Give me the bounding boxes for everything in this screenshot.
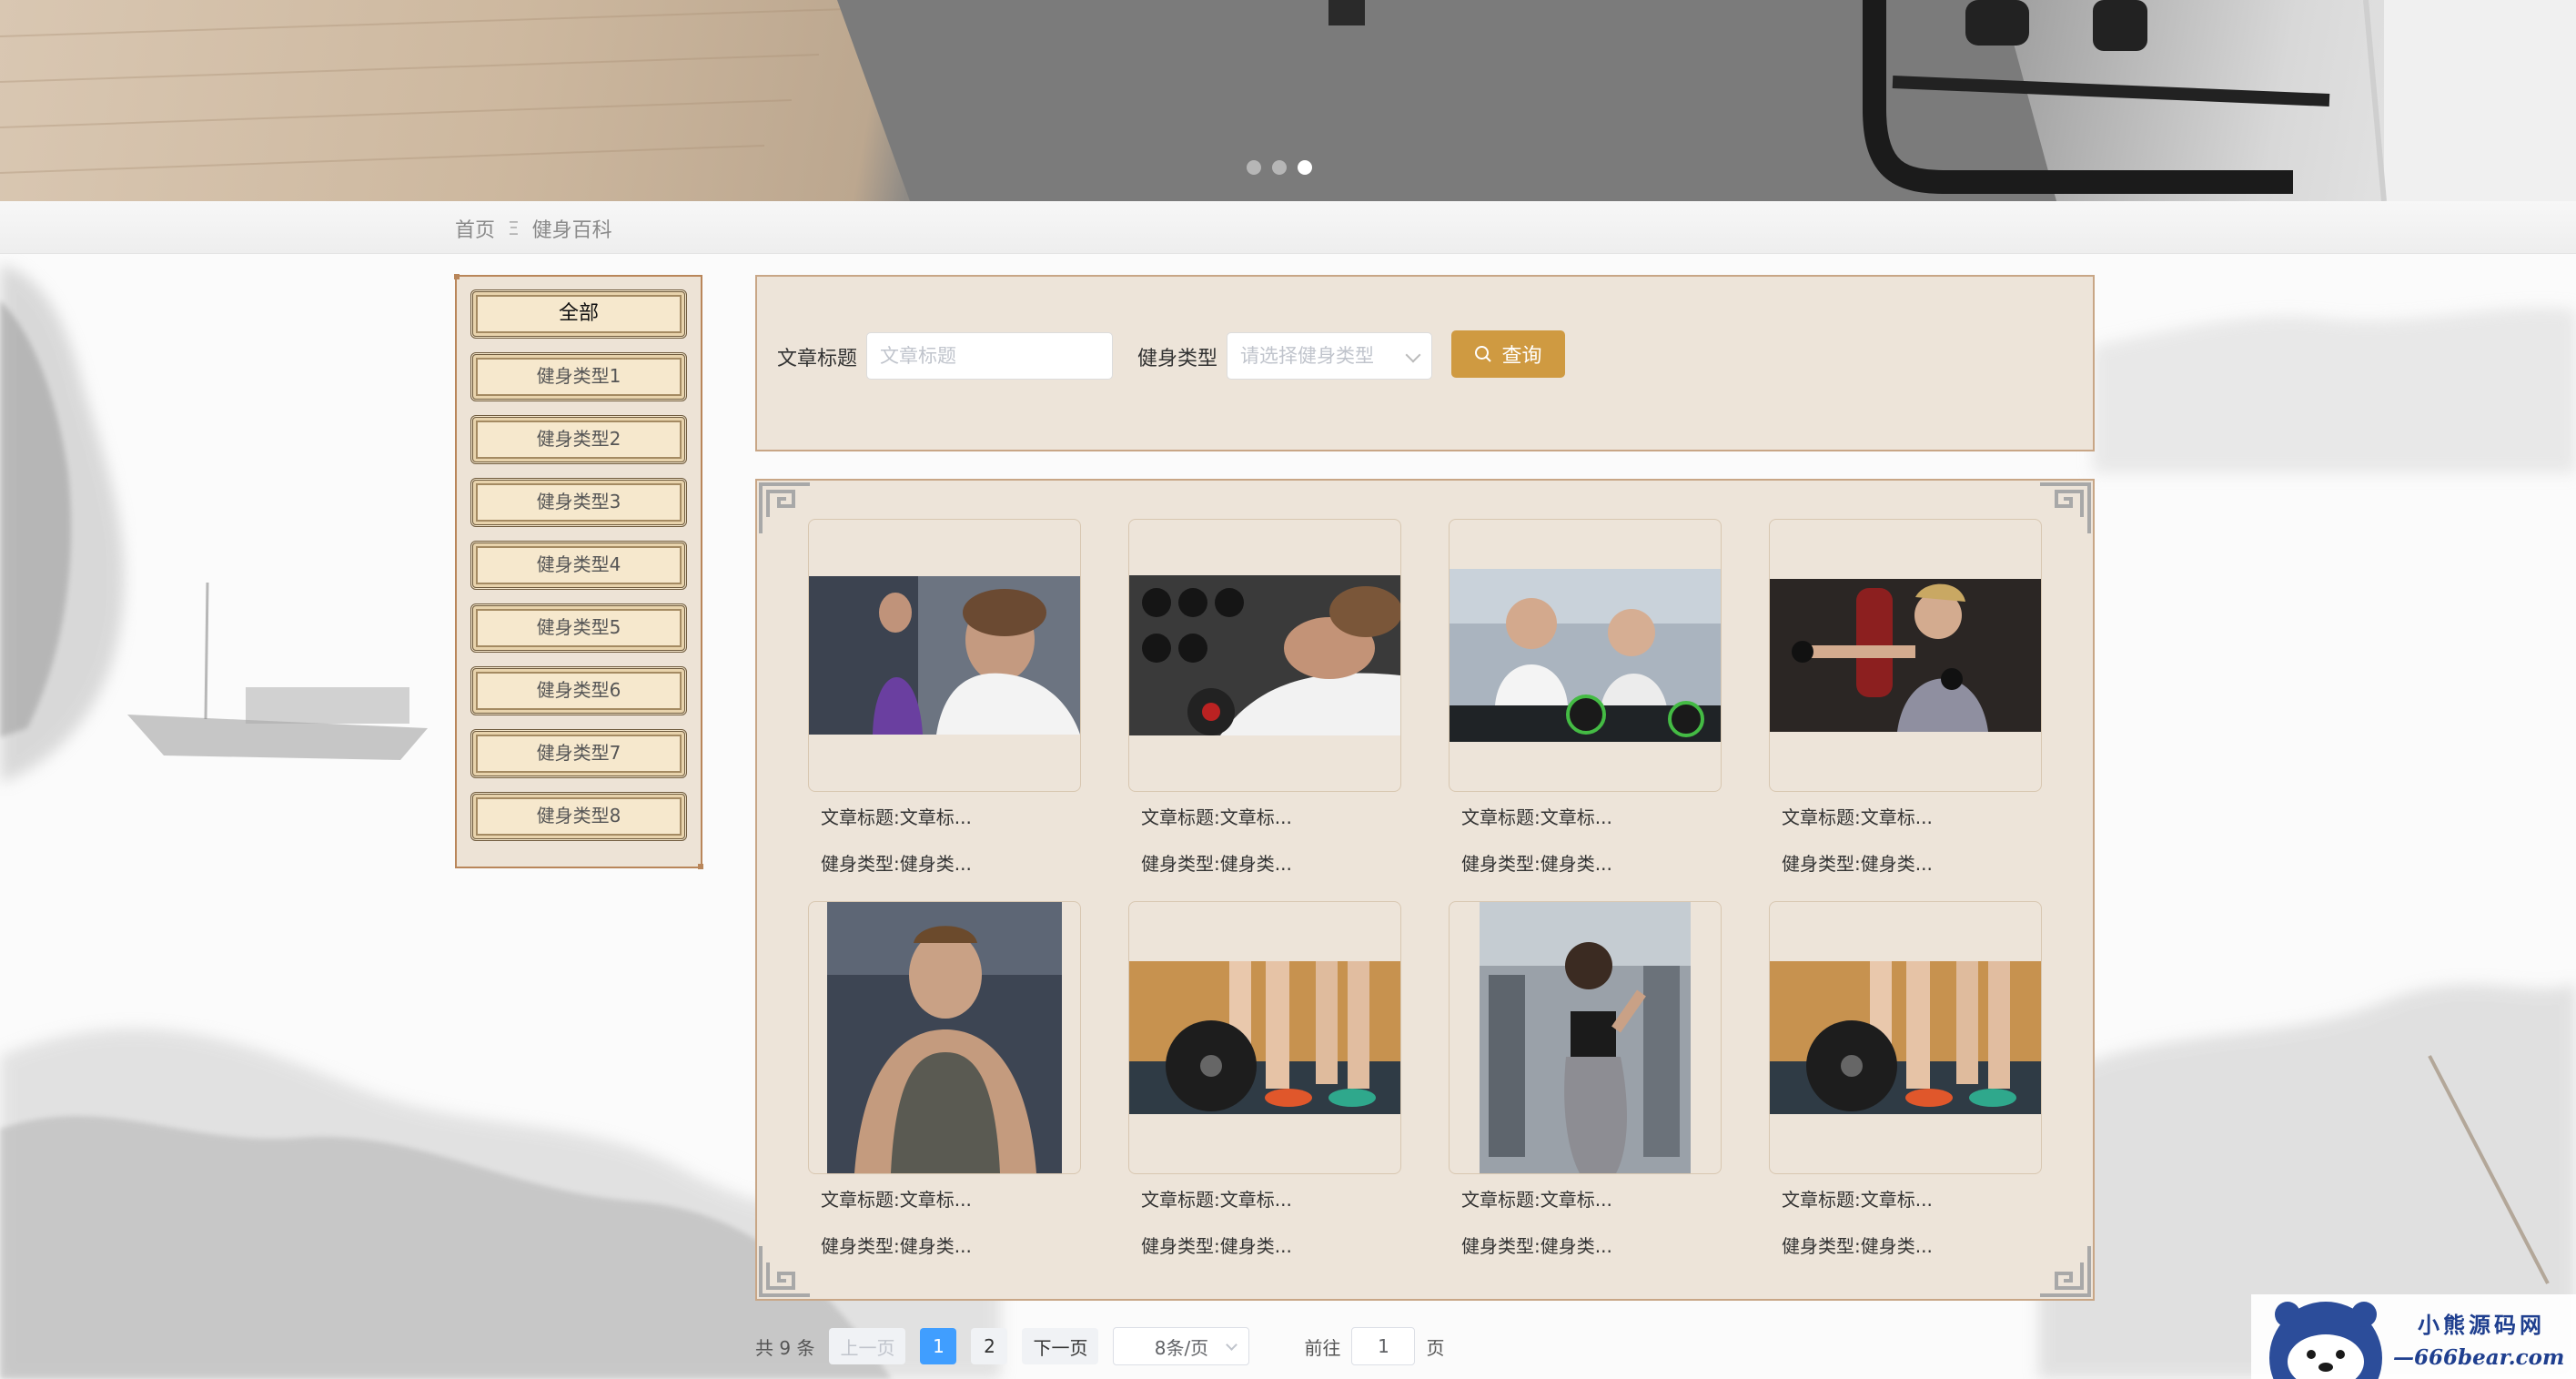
article-type: 健身类型:健身类... [821, 1235, 972, 1257]
category-type-3[interactable]: 健身类型3 [470, 478, 687, 527]
gym-selfie-photo [1480, 902, 1691, 1173]
article-card[interactable]: 文章标题:文章标... 健身类型:健身类... [808, 519, 1081, 876]
article-title: 文章标题:文章标... [1782, 1189, 1933, 1211]
article-type: 健身类型:健身类... [1461, 1235, 1612, 1257]
article-thumbnail[interactable] [1128, 901, 1401, 1174]
breadcrumb-separator: Ξ [508, 218, 520, 239]
goto-label: 前往 [1304, 1336, 1341, 1359]
article-card[interactable]: 文章标题:文章标... 健身类型:健身类... [1128, 519, 1401, 876]
page-button-2[interactable]: 2 [971, 1328, 1008, 1364]
article-title: 文章标题:文章标... [1141, 1189, 1292, 1211]
category-type-2[interactable]: 健身类型2 [470, 415, 687, 464]
article-type: 健身类型:健身类... [1461, 853, 1612, 875]
article-thumbnail[interactable] [1449, 519, 1722, 792]
category-type-4[interactable]: 健身类型4 [470, 541, 687, 590]
spin-bike-couple-photo [1450, 569, 1721, 742]
search-icon [1475, 346, 1492, 362]
barbell-plate-photo [1129, 961, 1400, 1114]
treadmill-runners-photo [809, 576, 1080, 735]
type-filter-label: 健身类型 [1137, 348, 1218, 370]
category-type-6[interactable]: 健身类型6 [470, 666, 687, 715]
hero-banner[interactable] [0, 0, 2576, 201]
page-size-value: 8条/页 [1154, 1336, 1209, 1359]
goto-page-input[interactable]: 1 [1351, 1327, 1416, 1365]
article-thumbnail[interactable] [1128, 519, 1401, 792]
article-thumbnail[interactable] [808, 519, 1081, 792]
article-thumbnail[interactable] [1769, 519, 2042, 792]
corner-ornament [2040, 1246, 2091, 1297]
watermark-title: 小熊源码网 [2418, 1312, 2545, 1338]
barbell-plate-photo [1770, 961, 2041, 1114]
breadcrumb-current: 健身百科 [531, 219, 612, 242]
query-button[interactable]: 查询 [1451, 330, 1565, 378]
category-type-7[interactable]: 健身类型7 [470, 729, 687, 778]
category-all[interactable]: 全部 [470, 289, 687, 339]
article-grid: 文章标题:文章标... 健身类型:健身类... 文章标题:文章标... 健身类型… [755, 479, 2095, 1301]
page-button-1[interactable]: 1 [920, 1328, 957, 1364]
article-type: 健身类型:健身类... [821, 853, 972, 875]
article-thumbnail[interactable] [808, 901, 1081, 1174]
article-type: 健身类型:健身类... [1782, 853, 1933, 875]
category-sidebar: 全部 健身类型1 健身类型2 健身类型3 健身类型4 健身类型5 健身类型6 健… [454, 274, 703, 869]
article-title: 文章标题:文章标... [1461, 806, 1612, 828]
muscular-man-photo [827, 902, 1062, 1173]
carousel-dot[interactable] [1272, 160, 1287, 175]
category-type-5[interactable]: 健身类型5 [470, 603, 687, 653]
boxing-woman-photo [1770, 579, 2041, 732]
dumbbell-workout-photo [1129, 575, 1400, 735]
query-button-label: 查询 [1501, 345, 1542, 368]
category-type-8[interactable]: 健身类型8 [470, 792, 687, 841]
article-thumbnail[interactable] [1449, 901, 1722, 1174]
bear-logo-icon [2269, 1302, 2382, 1379]
article-thumbnail[interactable] [1769, 901, 2042, 1174]
breadcrumb-bar: 首页 Ξ 健身百科 [0, 201, 2576, 254]
article-title: 文章标题:文章标... [821, 806, 972, 828]
carousel-dot[interactable] [1247, 160, 1261, 175]
article-card[interactable]: 文章标题:文章标... 健身类型:健身类... [1449, 901, 1722, 1258]
goto-suffix: 页 [1426, 1336, 1445, 1359]
corner-ornament [759, 1246, 810, 1297]
article-title: 文章标题:文章标... [1782, 806, 1933, 828]
carousel-indicators [1247, 160, 1312, 175]
article-type: 健身类型:健身类... [1141, 853, 1292, 875]
article-title: 文章标题:文章标... [1461, 1189, 1612, 1211]
chevron-down-icon [1226, 1339, 1238, 1351]
type-select[interactable]: 请选择健身类型 [1227, 332, 1432, 380]
article-type: 健身类型:健身类... [1782, 1235, 1933, 1257]
prev-page-button[interactable]: 上一页 [829, 1328, 906, 1364]
article-card[interactable]: 文章标题:文章标... 健身类型:健身类... [1769, 519, 2042, 876]
article-type: 健身类型:健身类... [1141, 1235, 1292, 1257]
article-card[interactable]: 文章标题:文章标... 健身类型:健身类... [1449, 519, 1722, 876]
chevron-down-icon [1405, 347, 1421, 363]
article-card[interactable]: 文章标题:文章标... 健身类型:健身类... [1769, 901, 2042, 1258]
pagination-total: 共 9 条 [755, 1336, 815, 1359]
article-title: 文章标题:文章标... [821, 1189, 972, 1211]
breadcrumb-home[interactable]: 首页 [455, 214, 495, 243]
article-title: 文章标题:文章标... [1141, 806, 1292, 828]
breadcrumb: 首页 Ξ 健身百科 [455, 214, 612, 243]
title-search-input[interactable]: 文章标题 [866, 332, 1113, 380]
next-page-button[interactable]: 下一页 [1022, 1328, 1099, 1364]
pagination: 共 9 条 上一页 1 2 下一页 8条/页 前往 1 页 [755, 1327, 1444, 1365]
search-panel: 文章标题 文章标题 健身类型 请选择健身类型 查询 [755, 275, 2095, 451]
page-size-select[interactable]: 8条/页 [1113, 1327, 1250, 1365]
type-select-placeholder: 请选择健身类型 [1240, 345, 1374, 367]
category-type-1[interactable]: 健身类型1 [470, 352, 687, 401]
article-card[interactable]: 文章标题:文章标... 健身类型:健身类... [808, 901, 1081, 1258]
corner-ornament [759, 482, 810, 533]
carousel-dot-active[interactable] [1298, 160, 1312, 175]
watermark-url: —666bear.com— [2393, 1345, 2565, 1379]
site-watermark: 小熊源码网 —666bear.com— [2251, 1294, 2576, 1379]
article-card[interactable]: 文章标题:文章标... 健身类型:健身类... [1128, 901, 1401, 1258]
corner-ornament [2040, 482, 2091, 533]
title-filter-label: 文章标题 [777, 348, 858, 370]
